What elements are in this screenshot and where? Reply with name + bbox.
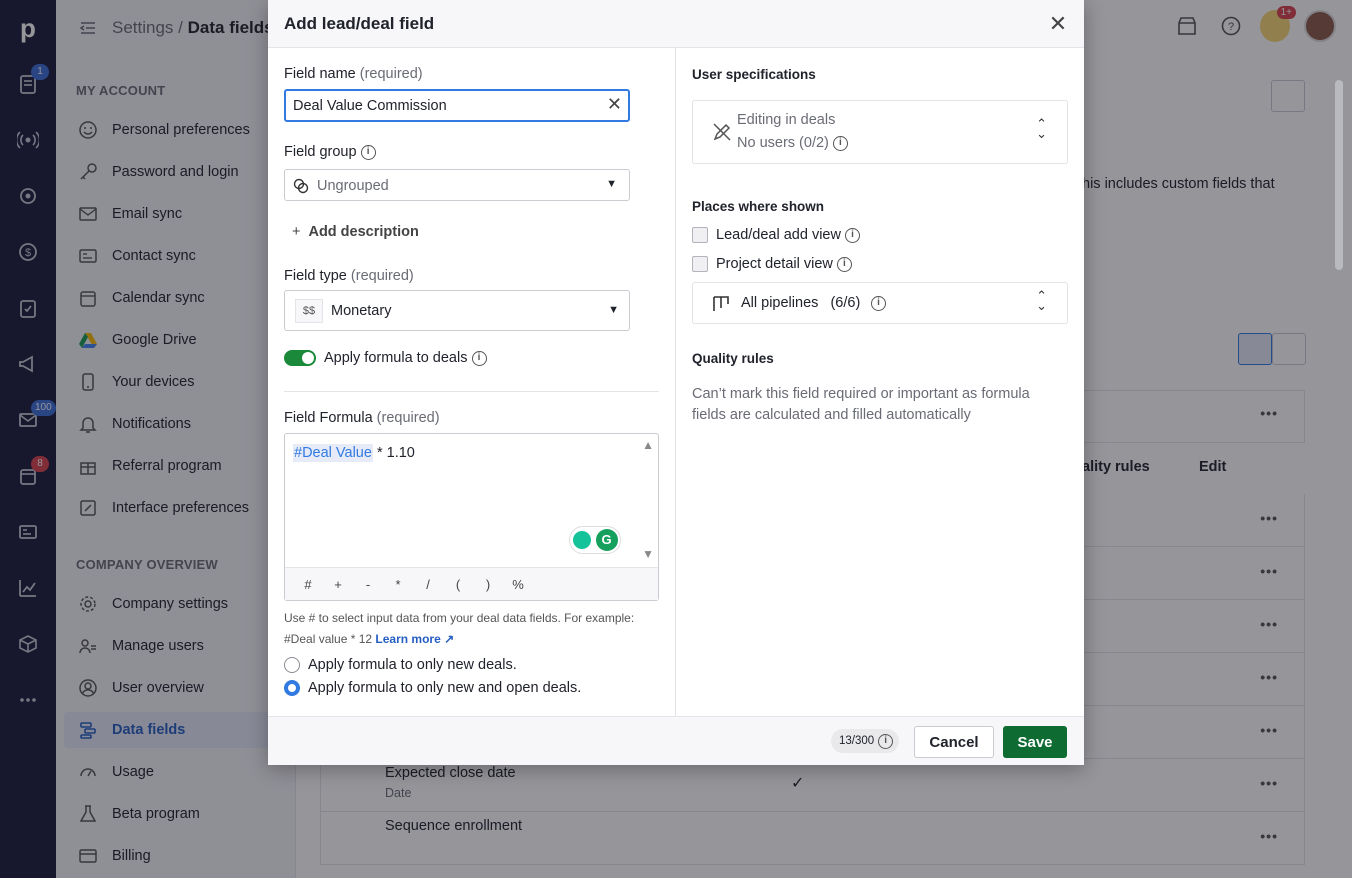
plus-icon: + <box>292 224 301 240</box>
info-icon[interactable]: i <box>832 135 848 151</box>
info-icon[interactable]: i <box>845 227 860 243</box>
modal-footer: 13/300 i Cancel Save <box>268 716 1084 765</box>
field-group-select[interactable]: Ungrouped ▼ <box>284 169 630 201</box>
quality-rules-heading: Quality rules <box>692 351 774 366</box>
modal-header: Add lead/deal field ✕ <box>268 0 1084 48</box>
edit-disabled-icon <box>713 123 731 141</box>
field-formula-label: Field Formula (required) <box>284 410 440 426</box>
field-type-label: Field type (required) <box>284 268 414 284</box>
pipelines-value: All pipelines (6/6) <box>741 295 861 311</box>
project-detail-view-checkbox[interactable] <box>692 256 708 272</box>
info-icon[interactable]: i <box>471 350 487 366</box>
bulb-icon <box>572 531 591 549</box>
add-field-modal: Add lead/deal field ✕ Field name (requir… <box>268 0 1084 765</box>
info-icon[interactable]: i <box>871 296 886 311</box>
user-specs-heading: User specifications <box>692 67 816 82</box>
field-name-input[interactable]: Deal Value Commission ✕ <box>284 89 630 122</box>
operator-button[interactable]: - <box>353 577 383 592</box>
cancel-button[interactable]: Cancel <box>914 726 994 758</box>
field-group-label: Field group i <box>284 144 376 160</box>
users-count: No users (0/2) i <box>737 135 848 151</box>
field-type-value: Monetary <box>331 303 392 319</box>
field-name-label: Field name (required) <box>284 66 423 82</box>
group-icon <box>293 178 309 194</box>
save-button[interactable]: Save <box>1003 726 1067 758</box>
chevron-down-icon: ▼ <box>608 304 619 316</box>
operator-button[interactable]: / <box>413 577 443 592</box>
info-icon[interactable]: i <box>360 144 376 160</box>
info-icon[interactable]: i <box>836 256 852 272</box>
scroll-down-icon[interactable]: ▼ <box>642 547 654 561</box>
modal-right-column: User specifications Editing in deals No … <box>676 48 1084 716</box>
formula-expression: * 1.10 <box>372 445 415 461</box>
editing-label: Editing in deals <box>737 112 836 128</box>
page-scrollbar[interactable] <box>1335 80 1343 270</box>
field-name-value: Deal Value Commission <box>293 98 447 114</box>
lead-deal-add-view-label: Lead/deal add view i <box>716 227 860 243</box>
chevron-updown-icon: ⌃ ⌄ <box>1036 288 1047 313</box>
divider <box>284 391 659 392</box>
apply-formula-label: Apply formula to deals i <box>324 350 487 366</box>
field-type-select[interactable]: $$ Monetary ▼ <box>284 290 630 331</box>
learn-more-link[interactable]: Learn more ↗ <box>375 632 454 646</box>
formula-operators: # + - * /()% <box>285 567 658 600</box>
radio-new-open-deals[interactable] <box>284 680 300 696</box>
field-group-value: Ungrouped <box>317 178 389 194</box>
radio-new-deals-label: Apply formula to only new deals. <box>308 657 517 673</box>
user-specs-select[interactable]: Editing in deals No users (0/2) i ⌃ ⌄ <box>692 100 1068 164</box>
info-icon[interactable]: i <box>878 733 894 749</box>
scroll-up-icon[interactable]: ▲ <box>642 438 654 452</box>
operator-button[interactable]: + <box>323 577 353 592</box>
field-counter: 13/300 i <box>831 729 900 753</box>
formula-text[interactable]: #Deal Value * 1.10 <box>293 444 415 462</box>
pipeline-icon <box>713 296 729 311</box>
project-detail-view-label: Project detail view i <box>716 256 852 272</box>
chevron-updown-icon: ⌃ ⌄ <box>1036 116 1047 141</box>
operator-button[interactable]: * <box>383 577 413 592</box>
monetary-icon: $$ <box>295 299 323 323</box>
apply-formula-toggle[interactable] <box>284 350 316 366</box>
lead-deal-add-view-checkbox[interactable] <box>692 227 708 243</box>
grammarly-widget[interactable]: G <box>569 526 621 554</box>
helper-text: Use # to select input data from your dea… <box>284 611 635 646</box>
formula-editor[interactable]: #Deal Value * 1.10 ▲ ▼ G # + - * /()% <box>284 433 659 601</box>
operator-button[interactable]: % <box>503 577 533 592</box>
operator-button[interactable]: ) <box>473 577 503 592</box>
close-icon[interactable]: ✕ <box>1046 11 1070 36</box>
external-link-icon: ↗ <box>444 632 455 646</box>
clear-icon[interactable]: ✕ <box>607 94 622 115</box>
places-heading: Places where shown <box>692 199 825 214</box>
chevron-down-icon: ▼ <box>606 178 617 190</box>
operator-button[interactable]: ( <box>443 577 473 592</box>
modal-left-column: Field name (required) Deal Value Commiss… <box>268 48 676 716</box>
radio-new-deals[interactable] <box>284 657 300 673</box>
quality-rules-text: Can’t mark this field required or import… <box>692 386 1030 423</box>
formula-field-tag[interactable]: #Deal Value <box>293 444 373 462</box>
add-description-button[interactable]: + Add description <box>292 224 419 240</box>
radio-new-open-deals-label: Apply formula to only new and open deals… <box>308 680 582 696</box>
operator-button[interactable]: # <box>293 577 323 592</box>
modal-title: Add lead/deal field <box>284 13 435 33</box>
grammarly-icon: G <box>595 529 618 551</box>
pipelines-select[interactable]: All pipelines (6/6) i ⌃ ⌄ <box>692 282 1068 324</box>
